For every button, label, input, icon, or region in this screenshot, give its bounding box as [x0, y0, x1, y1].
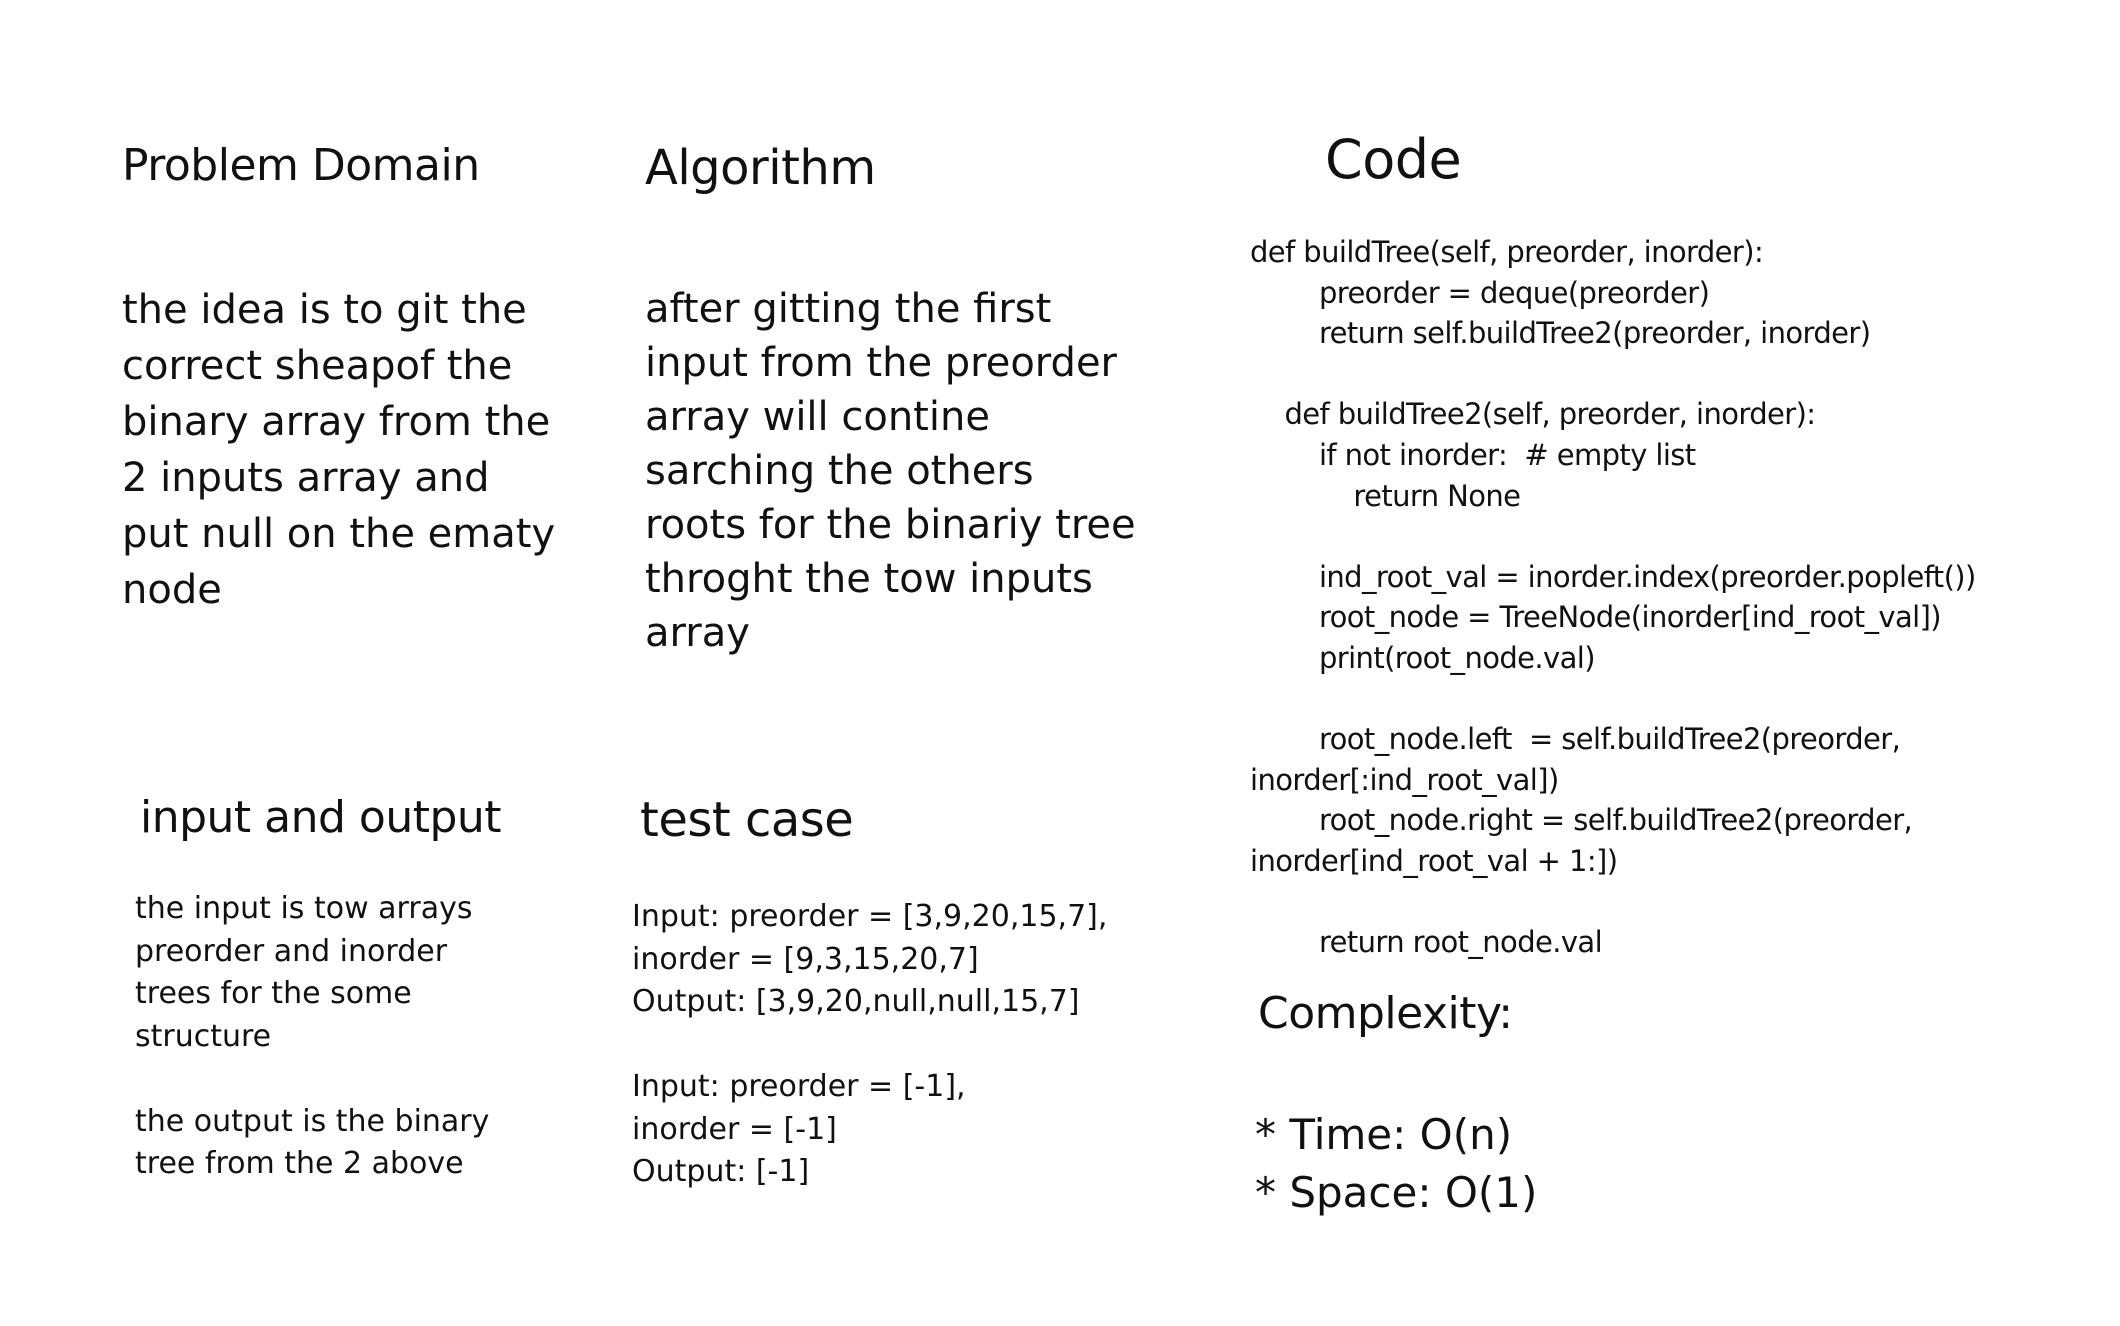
- algorithm-heading: Algorithm: [645, 140, 876, 196]
- code-block: def buildTree(self, preorder, inorder): …: [1250, 235, 1976, 960]
- test-case-heading: test case: [640, 792, 854, 848]
- input-output-heading: input and output: [140, 792, 502, 843]
- complexity-text: * Time: O(n) * Space: O(1): [1255, 1110, 1538, 1217]
- input-output-text: the input is tow arrays preorder and ino…: [135, 891, 490, 1181]
- problem-domain-heading: Problem Domain: [122, 140, 480, 191]
- test-case-text: Input: preorder = [3,9,20,15,7], inorder…: [632, 899, 1108, 1189]
- algorithm-text: after gitting the first input from the p…: [645, 286, 1136, 656]
- code-heading: Code: [1325, 128, 1462, 191]
- complexity-heading: Complexity:: [1258, 988, 1513, 1039]
- problem-domain-text: the idea is to git the correct sheapof t…: [122, 287, 556, 613]
